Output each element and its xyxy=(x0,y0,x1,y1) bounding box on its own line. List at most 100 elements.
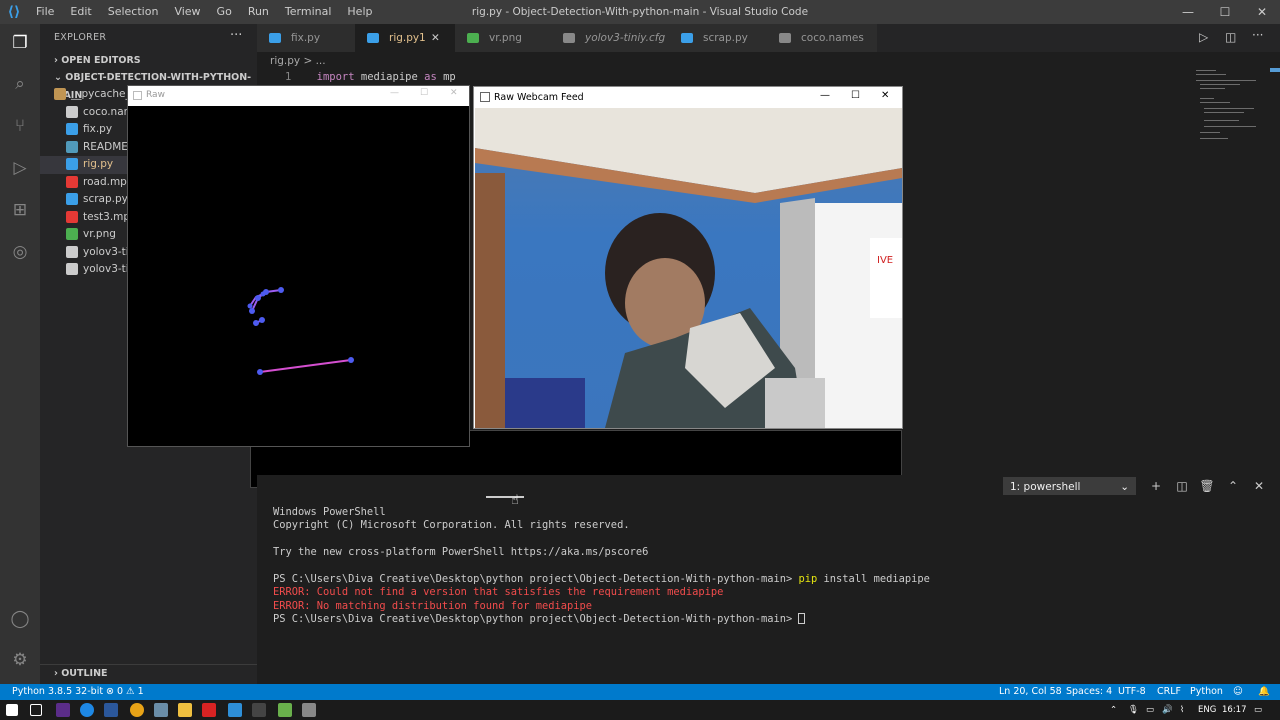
menu-edit[interactable]: Edit xyxy=(62,0,99,24)
tab-label: scrap.py xyxy=(703,32,748,44)
menu-selection[interactable]: Selection xyxy=(100,0,167,24)
maximize-panel-icon[interactable]: ⌃ xyxy=(1224,477,1242,495)
menu-view[interactable]: View xyxy=(166,0,208,24)
tab-yolov3-cfg[interactable]: yolov3-tiniy.cfg xyxy=(551,24,669,52)
raw-minimize-button[interactable]: — xyxy=(390,88,399,98)
indentation[interactable]: Spaces: 4 xyxy=(1066,684,1112,700)
windows-taskbar: ⌃ 🎙 ▭ 🔊 ⌇ ENG 16:17 ▭ xyxy=(0,700,1280,720)
split-editor-icon[interactable]: ◫ xyxy=(1225,30,1236,44)
scrollbar-thumb[interactable] xyxy=(1270,68,1280,72)
vscode-taskbar-icon[interactable] xyxy=(228,703,242,717)
terminal-select[interactable]: 1: powershell ⌄ xyxy=(1003,477,1136,495)
menu-go[interactable]: Go xyxy=(209,0,240,24)
edge-icon[interactable] xyxy=(80,703,94,717)
source-control-icon[interactable]: ⑂ xyxy=(8,114,32,138)
terminal-text: Try the new cross-platform PowerShell ht… xyxy=(273,546,649,559)
problems-indicator[interactable]: ⊗ 0 ⚠ 1 xyxy=(106,684,144,700)
opencv-taskbar-icon[interactable] xyxy=(302,703,316,717)
tab-label: yolov3-tiniy.cfg xyxy=(585,32,666,44)
close-tab-icon[interactable]: ✕ xyxy=(431,24,440,52)
webcam-minimize-button[interactable]: — xyxy=(820,90,830,101)
raw-close-button[interactable]: ✕ xyxy=(450,88,458,98)
tab-rig-py[interactable]: rig.py 1 ✕ xyxy=(355,24,455,52)
outline-section[interactable]: › OUTLINE xyxy=(40,664,257,682)
webcam-close-button[interactable]: ✕ xyxy=(881,90,889,101)
settings-gear-icon[interactable]: ⚙ xyxy=(8,648,32,672)
python-taskbar-icon[interactable] xyxy=(278,703,292,717)
volume-icon[interactable]: 🔊 xyxy=(1162,700,1173,720)
language-mode[interactable]: Python xyxy=(1190,684,1223,700)
terminal-output[interactable]: Windows PowerShell Copyright (C) Microsof… xyxy=(273,506,930,627)
word-icon[interactable] xyxy=(104,703,118,717)
account-icon[interactable]: ◯ xyxy=(8,607,32,631)
minimize-button[interactable]: — xyxy=(1170,0,1206,24)
outline-label: OUTLINE xyxy=(61,668,108,679)
svg-text:IVE: IVE xyxy=(877,255,893,266)
folder-icon xyxy=(54,88,66,100)
tab-scrap-py[interactable]: scrap.py xyxy=(669,24,767,52)
raw-maximize-button[interactable]: ☐ xyxy=(420,88,428,98)
microphone-icon[interactable]: 🎙 xyxy=(1128,700,1139,720)
run-debug-icon[interactable]: ▷ xyxy=(8,156,32,180)
start-icon[interactable] xyxy=(6,704,18,716)
activity-bar: ❐ ⌕ ⑂ ▷ ⊞ ◎ ◯ ⚙ xyxy=(0,24,40,684)
notifications-icon[interactable]: 🔔 xyxy=(1258,684,1270,700)
webcam-window[interactable]: Raw Webcam Feed — ☐ ✕ IVE xyxy=(473,86,903,429)
premiere-icon[interactable] xyxy=(56,703,70,717)
split-terminal-icon[interactable]: ◫ xyxy=(1173,477,1191,495)
feedback-icon[interactable]: ☺ xyxy=(1233,684,1243,700)
open-editors-section[interactable]: › OPEN EDITORS xyxy=(40,52,257,70)
pdf-icon[interactable] xyxy=(202,703,216,717)
menu-terminal[interactable]: Terminal xyxy=(277,0,340,24)
open-editors-label: OPEN EDITORS xyxy=(61,55,141,66)
menu-bar: File Edit Selection View Go Run Terminal… xyxy=(28,0,380,24)
extensions-icon[interactable]: ⊞ xyxy=(8,198,32,222)
chrome-icon[interactable] xyxy=(130,703,144,717)
menu-file[interactable]: File xyxy=(28,0,62,24)
editor-tabs: fix.py rig.py 1 ✕ vr.png yolov3-tiniy.cfg … xyxy=(257,24,1280,52)
battery-icon[interactable]: ▭ xyxy=(1146,700,1154,720)
raw-window-titlebar[interactable] xyxy=(128,86,469,106)
terminal-taskbar-icon[interactable] xyxy=(252,703,266,717)
encoding[interactable]: UTF-8 xyxy=(1118,684,1146,700)
kill-terminal-icon[interactable]: 🗑 xyxy=(1198,477,1216,495)
line-number: 1 xyxy=(285,71,292,83)
task-view-icon[interactable] xyxy=(30,704,42,716)
gear-icon xyxy=(563,33,575,43)
terminal-command: pip xyxy=(798,573,818,586)
run-file-icon[interactable]: ▷ xyxy=(1199,30,1208,44)
new-terminal-icon[interactable]: + xyxy=(1147,477,1165,495)
breadcrumb[interactable]: rig.py > ... xyxy=(270,52,326,70)
cursor-position[interactable]: Ln 20, Col 58 xyxy=(999,684,1062,700)
wifi-icon[interactable]: ⌇ xyxy=(1180,700,1184,720)
webcam-maximize-button[interactable]: ☐ xyxy=(851,90,860,101)
close-panel-icon[interactable]: ✕ xyxy=(1250,477,1268,495)
chevron-up-icon[interactable]: ⌃ xyxy=(1110,700,1117,720)
raw-window[interactable]: Raw — ☐ ✕ xyxy=(127,85,470,447)
app-icon[interactable] xyxy=(154,703,168,717)
terminal-select-value: 1: powershell xyxy=(1010,481,1081,493)
tab-fix-py[interactable]: fix.py xyxy=(257,24,355,52)
notification-center-icon[interactable]: ▭ xyxy=(1254,700,1262,720)
file-explorer-icon[interactable] xyxy=(178,703,192,717)
line-endings[interactable]: CRLF xyxy=(1157,684,1181,700)
file-tree-item-label: fix.py xyxy=(83,123,113,135)
more-actions-icon[interactable]: ··· xyxy=(230,28,242,43)
python-interpreter[interactable]: Python 3.8.5 32-bit xyxy=(12,684,103,700)
tab-vr-png[interactable]: vr.png xyxy=(455,24,551,52)
minimap[interactable] xyxy=(1190,68,1270,158)
close-button[interactable]: ✕ xyxy=(1244,0,1280,24)
terminal-line: Try the new cross-platform PowerShell ht… xyxy=(273,546,930,559)
language-indicator[interactable]: ENG xyxy=(1198,700,1216,720)
search-icon[interactable]: ⌕ xyxy=(8,72,32,96)
tab-coco-names[interactable]: coco.names xyxy=(767,24,877,52)
explorer-icon[interactable]: ❐ xyxy=(8,31,32,55)
remote-icon[interactable]: ◎ xyxy=(8,240,32,264)
maximize-button[interactable]: ☐ xyxy=(1207,0,1243,24)
more-actions-icon[interactable]: ··· xyxy=(1252,28,1263,42)
menu-run[interactable]: Run xyxy=(240,0,277,24)
gear-icon xyxy=(66,245,78,258)
clock[interactable]: 16:17 xyxy=(1222,700,1247,720)
menu-help[interactable]: Help xyxy=(339,0,380,24)
